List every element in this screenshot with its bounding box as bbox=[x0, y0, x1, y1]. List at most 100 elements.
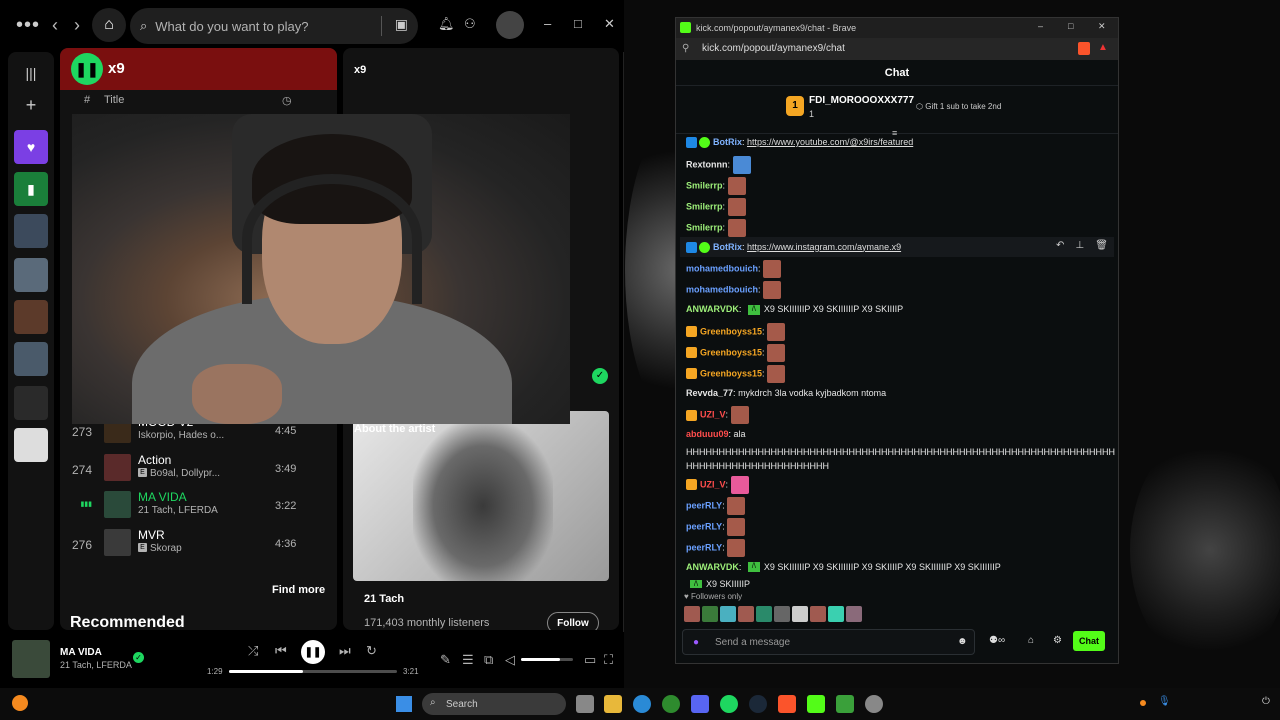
emote[interactable] bbox=[792, 606, 808, 622]
emote[interactable] bbox=[756, 606, 772, 622]
discord-icon[interactable] bbox=[691, 695, 709, 713]
chat-emote[interactable] bbox=[767, 343, 786, 362]
tray-indicator-icon[interactable] bbox=[1140, 700, 1146, 706]
track-artist[interactable]: 21 Tach, LFERDA bbox=[138, 505, 218, 516]
saved-check-icon[interactable]: ✓ bbox=[133, 652, 144, 663]
volume-slider[interactable] bbox=[521, 658, 573, 661]
url-text[interactable]: kick.com/popout/aymanex9/chat bbox=[702, 43, 845, 54]
chat-username[interactable]: UZI_V bbox=[700, 409, 726, 419]
bell-icon[interactable]: 🔔︎ bbox=[438, 16, 455, 32]
chat-emote[interactable] bbox=[763, 281, 782, 299]
close-icon[interactable]: ✕ bbox=[1098, 21, 1106, 32]
play-pause-button[interactable]: ❚❚ bbox=[71, 53, 103, 85]
obs-icon[interactable] bbox=[865, 695, 883, 713]
playlist-cover[interactable] bbox=[14, 342, 48, 376]
chat-emote[interactable] bbox=[727, 176, 746, 195]
chat-emote[interactable] bbox=[730, 475, 749, 494]
gift-prompt[interactable]: ⬡ Gift 1 sub to take 2nd bbox=[916, 102, 1001, 111]
add-icon[interactable]: + bbox=[14, 88, 48, 122]
chat-username[interactable]: peerRLY bbox=[686, 521, 722, 531]
back-arrow-icon[interactable]: ‹ bbox=[52, 15, 58, 36]
now-playing-cover[interactable] bbox=[12, 640, 50, 678]
store-icon[interactable]: ⌂ bbox=[1028, 635, 1034, 646]
repeat-icon[interactable]: ↻ bbox=[366, 643, 377, 659]
track-artist[interactable]: Skorap bbox=[150, 543, 182, 554]
check-icon[interactable]: ✓ bbox=[592, 368, 608, 384]
badges-icon[interactable]: ⚉∞ bbox=[989, 635, 1005, 646]
chat-username[interactable]: Smilerrp bbox=[686, 201, 723, 211]
chat-username[interactable]: UZI_V bbox=[700, 479, 726, 489]
brave-icon[interactable] bbox=[778, 695, 796, 713]
emoji-icon[interactable]: ☻ bbox=[957, 636, 968, 647]
chat-emote[interactable] bbox=[727, 218, 746, 237]
playlist-cover[interactable] bbox=[14, 258, 48, 292]
minimize-icon[interactable]: – bbox=[1038, 21, 1043, 31]
emote[interactable]: /\ bbox=[747, 562, 760, 573]
reply-icon[interactable]: ↶ bbox=[1056, 240, 1064, 251]
chat-username[interactable]: mohamedbouich bbox=[686, 263, 758, 273]
task-view-icon[interactable] bbox=[576, 695, 594, 713]
library-icon[interactable]: ||| bbox=[14, 56, 48, 90]
fullscreen-icon[interactable]: ⛶ bbox=[604, 652, 613, 668]
emote[interactable] bbox=[774, 606, 790, 622]
emote[interactable]: /\ bbox=[747, 304, 760, 315]
send-chat-button[interactable]: Chat bbox=[1073, 631, 1105, 651]
queue-icon[interactable]: ☰ bbox=[462, 652, 474, 668]
rewards-icon[interactable]: ▲ bbox=[1098, 42, 1108, 53]
playlist-cover[interactable] bbox=[14, 386, 48, 420]
chat-emote[interactable] bbox=[763, 260, 782, 278]
track-row[interactable]: 276 MVR E Skorap 4:36 bbox=[60, 526, 337, 563]
chat-emote[interactable] bbox=[727, 517, 746, 536]
emote[interactable] bbox=[702, 606, 718, 622]
track-title[interactable]: Action bbox=[138, 453, 171, 467]
chat-username[interactable]: ANWARVDK bbox=[686, 562, 739, 572]
start-icon[interactable] bbox=[396, 696, 412, 712]
top-gifter-name[interactable]: FDI_MOROOOXXX777 bbox=[809, 95, 914, 106]
emote[interactable] bbox=[846, 606, 862, 622]
emote[interactable] bbox=[738, 606, 754, 622]
brave-shield-icon[interactable] bbox=[1078, 42, 1090, 55]
app-icon[interactable] bbox=[836, 695, 854, 713]
shuffle-icon[interactable]: ⤮ bbox=[248, 643, 258, 659]
spotify-icon[interactable] bbox=[720, 695, 738, 713]
devices-icon[interactable]: ⧉ bbox=[484, 652, 493, 668]
chat-emote[interactable] bbox=[727, 496, 746, 515]
track-artist[interactable]: Iskorpio, Hades o... bbox=[138, 430, 224, 441]
friends-icon[interactable]: ⚇ bbox=[464, 16, 476, 32]
pin-icon[interactable]: ⊥ bbox=[1075, 240, 1084, 251]
site-settings-icon[interactable]: ⚲ bbox=[682, 43, 689, 54]
chat-emote[interactable] bbox=[727, 538, 746, 557]
col-title[interactable]: Title bbox=[104, 94, 124, 106]
emote[interactable] bbox=[720, 606, 736, 622]
address-bar[interactable]: ⚲ kick.com/popout/aymanex9/chat ▲ bbox=[676, 38, 1118, 60]
emote[interactable]: /\ bbox=[690, 579, 702, 588]
kick-icon[interactable] bbox=[807, 695, 825, 713]
mic-icon[interactable]: ● bbox=[693, 637, 699, 648]
chat-username[interactable]: Smilerrp bbox=[686, 222, 723, 232]
more-menu-icon[interactable]: ••• bbox=[16, 14, 40, 37]
artist-name[interactable]: 21 Tach bbox=[364, 593, 404, 605]
chat-emote[interactable] bbox=[767, 364, 786, 383]
chat-username[interactable]: peerRLY bbox=[686, 542, 722, 552]
follow-button[interactable]: Follow bbox=[547, 612, 599, 630]
chat-link[interactable]: https://www.instagram.com/aymane.x9 bbox=[747, 242, 901, 252]
chat-link[interactable]: https://www.youtube.com/@x9irs/featured bbox=[747, 137, 913, 147]
chat-username[interactable]: BotRix bbox=[713, 137, 742, 147]
delete-icon[interactable]: 🗑︎ bbox=[1095, 240, 1108, 251]
chat-username[interactable]: Rextonnn bbox=[686, 159, 728, 169]
bookmark-icon[interactable]: ▮ bbox=[14, 172, 48, 206]
settings-gear-icon[interactable]: ⚙ bbox=[1053, 635, 1062, 646]
maximize-icon[interactable]: □ bbox=[574, 16, 582, 31]
chat-emote[interactable] bbox=[767, 322, 786, 341]
next-icon[interactable]: ⏭︎ bbox=[339, 643, 351, 659]
mic-tray-icon[interactable]: 🎙︎ bbox=[1158, 696, 1171, 707]
miniplayer-icon[interactable]: ▭ bbox=[584, 652, 596, 668]
taskbar-search[interactable]: ⌕ Search bbox=[422, 693, 566, 715]
chat-username[interactable]: peerRLY bbox=[686, 500, 722, 510]
previous-icon[interactable]: ⏮︎ bbox=[275, 643, 287, 659]
chat-username[interactable]: Greenboyss15 bbox=[700, 326, 762, 336]
chat-username[interactable]: ANWARVDK bbox=[686, 304, 739, 314]
home-button[interactable]: ⌂ bbox=[92, 8, 126, 42]
edge-icon[interactable] bbox=[633, 695, 651, 713]
liked-songs-icon[interactable]: ♥ bbox=[14, 130, 48, 164]
